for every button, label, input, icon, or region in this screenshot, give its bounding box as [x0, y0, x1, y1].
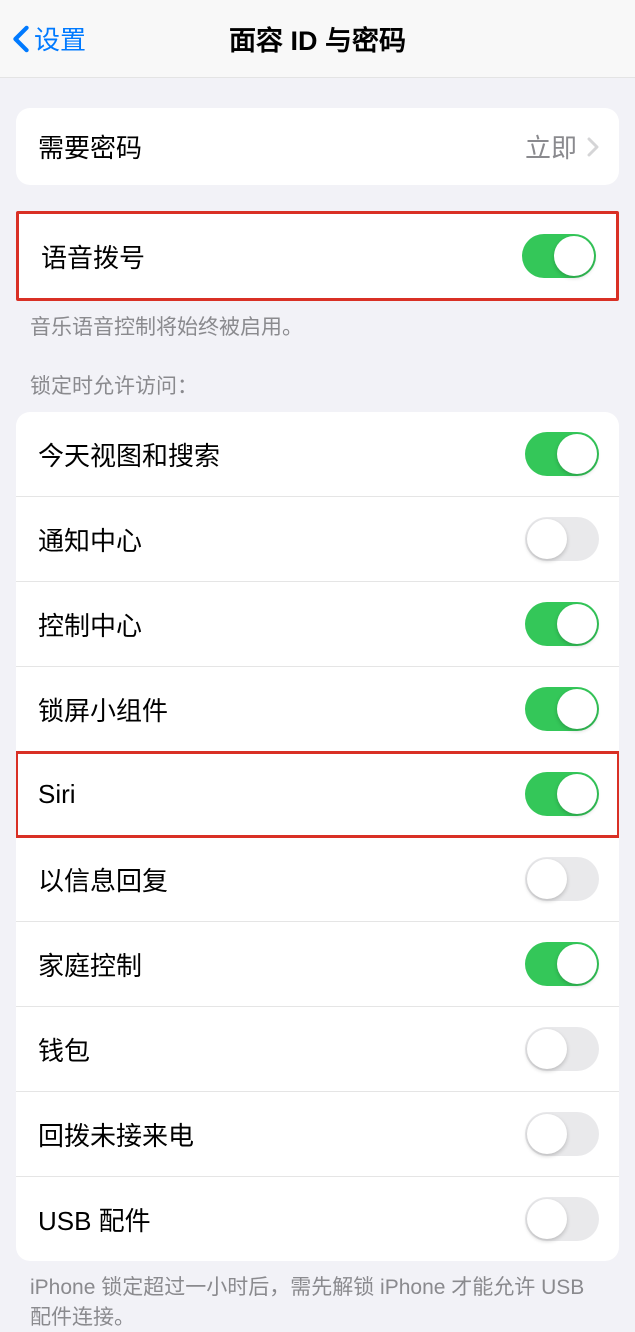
require-passcode-value-wrap: 立即 [525, 128, 599, 165]
lock-access-row[interactable]: 控制中心 [16, 582, 619, 667]
lock-access-label: 今天视图和搜索 [38, 436, 220, 473]
voice-dial-label: 语音拨号 [41, 238, 145, 275]
toggle-knob [527, 859, 567, 899]
lock-access-label: 控制中心 [38, 606, 142, 643]
lock-access-footer: iPhone 锁定超过一小时后，需先解锁 iPhone 才能允许 USB 配件连… [0, 1261, 635, 1332]
toggle-knob [527, 1114, 567, 1154]
lock-access-row[interactable]: Siri [16, 752, 619, 837]
lock-access-label: 以信息回复 [38, 861, 168, 898]
lock-access-row[interactable]: 回拨未接来电 [16, 1092, 619, 1177]
lock-access-toggle[interactable] [525, 432, 599, 476]
lock-access-toggle[interactable] [525, 1112, 599, 1156]
page-title: 面容 ID 与密码 [229, 19, 406, 58]
toggle-knob [527, 1199, 567, 1239]
lock-access-toggle[interactable] [525, 602, 599, 646]
lock-access-row[interactable]: 家庭控制 [16, 922, 619, 1007]
toggle-knob [527, 1029, 567, 1069]
lock-access-header: 锁定时允许访问： [0, 342, 635, 408]
lock-access-label: 钱包 [38, 1031, 90, 1068]
chevron-left-icon [12, 25, 30, 53]
back-button[interactable]: 设置 [0, 20, 86, 57]
toggle-knob [557, 689, 597, 729]
toggle-knob [557, 434, 597, 474]
lock-access-row[interactable]: 今天视图和搜索 [16, 412, 619, 497]
lock-access-toggle[interactable] [525, 942, 599, 986]
voice-dial-row[interactable]: 语音拨号 [19, 214, 616, 298]
lock-access-toggle[interactable] [525, 1027, 599, 1071]
lock-access-label: USB 配件 [38, 1201, 151, 1238]
lock-access-label: 锁屏小组件 [38, 691, 168, 728]
voice-dial-toggle[interactable] [522, 234, 596, 278]
navigation-bar: 设置 面容 ID 与密码 [0, 0, 635, 78]
lock-access-toggle[interactable] [525, 517, 599, 561]
lock-access-row[interactable]: USB 配件 [16, 1177, 619, 1261]
lock-access-label: 回拨未接来电 [38, 1116, 194, 1153]
voice-dial-group: 语音拨号 [16, 211, 619, 301]
require-passcode-row[interactable]: 需要密码 立即 [16, 108, 619, 185]
lock-access-label: 通知中心 [38, 521, 142, 558]
voice-dial-footer: 音乐语音控制将始终被启用。 [0, 301, 635, 342]
toggle-knob [554, 236, 594, 276]
lock-access-row[interactable]: 钱包 [16, 1007, 619, 1092]
back-label: 设置 [34, 20, 86, 57]
lock-access-toggle[interactable] [525, 857, 599, 901]
require-passcode-value: 立即 [525, 128, 577, 165]
toggle-knob [557, 944, 597, 984]
toggle-knob [557, 604, 597, 644]
lock-access-label: 家庭控制 [38, 946, 142, 983]
require-passcode-label: 需要密码 [38, 128, 142, 165]
chevron-right-icon [587, 137, 599, 157]
lock-access-row[interactable]: 锁屏小组件 [16, 667, 619, 752]
require-passcode-group: 需要密码 立即 [16, 108, 619, 185]
lock-access-row[interactable]: 通知中心 [16, 497, 619, 582]
lock-access-toggle[interactable] [525, 687, 599, 731]
lock-access-label: Siri [38, 779, 76, 810]
lock-access-toggle[interactable] [525, 772, 599, 816]
toggle-knob [527, 519, 567, 559]
lock-access-row[interactable]: 以信息回复 [16, 837, 619, 922]
lock-access-group: 今天视图和搜索通知中心控制中心锁屏小组件 Siri 以信息回复家庭控制钱包回拨未接来… [16, 412, 619, 1261]
lock-access-toggle[interactable] [525, 1197, 599, 1241]
toggle-knob [557, 774, 597, 814]
